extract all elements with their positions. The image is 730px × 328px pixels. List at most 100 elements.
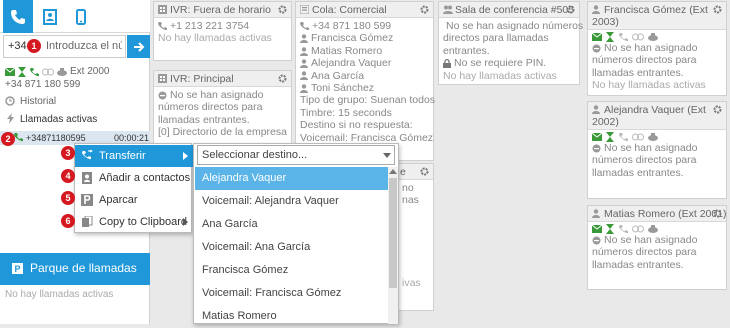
chevron-down-icon[interactable] [383, 153, 391, 158]
annotation-badge: 3 [61, 146, 75, 160]
card-user-alejandra[interactable]: Alejandra Vaquer (Ext 2002) No se han asi… [587, 101, 727, 199]
link-icon [632, 225, 644, 233]
destination-option[interactable]: Voicemail: Ana García [195, 236, 388, 259]
hourglass-icon [18, 66, 26, 77]
gear-icon[interactable] [278, 74, 287, 83]
ivr-icon [158, 74, 167, 83]
number-prefix[interactable]: +34 [8, 40, 27, 52]
no-entry-icon [592, 236, 601, 245]
ivr-icon [158, 5, 167, 14]
card-empty: No hay llamadas activas [592, 79, 706, 92]
no-entry-icon [158, 91, 167, 100]
lightning-icon [7, 113, 14, 124]
card-ivr-fuera[interactable]: IVR: Fuera de horario +1 213 221 3754 No… [153, 1, 292, 61]
destination-select-placeholder[interactable]: Seleccionar destino... [202, 149, 307, 161]
tab-contacts[interactable] [35, 0, 65, 33]
hat-icon [648, 33, 658, 41]
user-icon [300, 46, 308, 56]
card-ivr-principal[interactable]: IVR: Principal No se han asignado número… [153, 70, 292, 150]
destination-option[interactable]: Ana García [195, 213, 388, 236]
destination-option[interactable]: Voicemail: Francisca Gómez [195, 282, 388, 305]
number-placeholder[interactable]: Introduzca el núm [46, 40, 122, 52]
card-line: llamadas entrantes. [592, 166, 684, 179]
user-icon [592, 5, 600, 14]
card-line: No se han asignado [604, 142, 698, 154]
call-button[interactable] [127, 35, 150, 58]
menu-item-label: Añadir a contactos [99, 172, 191, 184]
call-forward-icon [619, 33, 628, 42]
user-icon [592, 105, 600, 114]
menu-item-label: Transferir [99, 150, 146, 162]
call-park-empty: No hay llamadas activas [5, 289, 114, 300]
tab-mobile[interactable] [66, 0, 96, 33]
menu-item-copy[interactable]: Copy to Clipboard [75, 211, 193, 233]
call-forward-icon [619, 225, 628, 234]
conference-icon [443, 5, 453, 14]
menu-item-label: Copy to Clipboard [99, 216, 188, 228]
queue-member: Toni Sánchez [311, 82, 375, 95]
card-line: No se han asignado [604, 234, 698, 246]
card-line: ivas [402, 276, 421, 289]
queue-member: Ana García [311, 69, 365, 82]
gear-icon[interactable] [420, 167, 429, 176]
card-conference[interactable]: Sala de conferencia #505 No se han asign… [438, 1, 584, 85]
card-line: nas [402, 194, 419, 207]
gear-icon[interactable] [713, 209, 722, 218]
menu-item-park[interactable]: Aparcar [75, 189, 193, 211]
card-line: [0] Directorio de la empresa [158, 126, 287, 139]
queue-noanswer-label: Destino si no respuesta: [300, 119, 413, 132]
card-line: números directos para [592, 154, 697, 167]
card-title: Matias Romero (Ext 2001) [604, 208, 727, 220]
destination-option[interactable]: Matias Romero [195, 305, 388, 328]
transfer-icon [82, 150, 93, 160]
extension-label: Ext 2000 [70, 66, 110, 77]
hat-icon [648, 133, 658, 141]
clipboard-icon [82, 216, 93, 227]
card-line: llamadas entrantes. [592, 258, 684, 271]
link-icon [632, 133, 644, 141]
queue-ring-time: Timbre: 15 seconds [300, 106, 392, 119]
scroll-up-icon[interactable] [389, 169, 397, 174]
hourglass-icon [606, 224, 614, 234]
scrollbar-thumb[interactable] [389, 178, 397, 288]
gear-icon[interactable] [713, 105, 722, 114]
phone-icon [300, 21, 309, 30]
annotation-badge: 4 [61, 169, 75, 183]
card-user-matias[interactable]: Matias Romero (Ext 2001) No se han asign… [587, 205, 727, 290]
card-title-ext: 2003) [592, 16, 619, 28]
card-line: entrantes. [443, 44, 490, 57]
link-icon [632, 33, 644, 41]
active-call-number: +34871180595 [26, 133, 86, 143]
card-line: llamadas entrantes. [592, 66, 684, 79]
destination-option[interactable]: Voicemail: Alejandra Vaquer [195, 190, 388, 213]
card-line: números directos para [592, 246, 697, 259]
menu-item-transfer[interactable]: Transferir [75, 145, 193, 167]
card-title: IVR: Fuera de horario [170, 4, 271, 16]
arrow-right-icon [133, 41, 144, 52]
card-user-francisca[interactable]: Francisca Gómez (Ext 2003) No se han asig… [587, 1, 727, 96]
annotation-badge: 1 [27, 39, 41, 53]
card-queue-comercial[interactable]: Cola: Comercial +34 871 180 599 Francisc… [295, 1, 435, 161]
card-title: Francisca Gómez (Ext [604, 4, 708, 16]
active-calls-header: Llamadas activas [20, 114, 98, 125]
gear-icon[interactable] [566, 5, 575, 14]
gear-icon[interactable] [713, 5, 722, 14]
parking-icon [81, 194, 93, 206]
history-link[interactable]: Historial [20, 96, 56, 107]
destination-option[interactable]: Francisca Gómez [195, 259, 388, 282]
card-line: números directos para [158, 101, 263, 114]
destination-option[interactable]: Alejandra Vaquer [195, 167, 388, 190]
chevron-right-icon [183, 152, 188, 160]
card-empty: No hay llamadas activas [158, 32, 272, 45]
card-line: No se han asignado números [446, 20, 584, 32]
card-phone: +34 871 180 599 [312, 20, 392, 32]
tab-phone[interactable] [3, 0, 33, 33]
history-icon [5, 96, 15, 106]
call-park-title: Parque de llamadas [30, 261, 137, 275]
gear-icon[interactable] [420, 5, 429, 14]
user-icon [300, 59, 308, 68]
menu-item-add-contact[interactable]: Añadir a contactos [75, 167, 193, 189]
gear-icon[interactable] [278, 5, 287, 14]
user-icon [300, 34, 308, 44]
link-icon [42, 68, 54, 75]
